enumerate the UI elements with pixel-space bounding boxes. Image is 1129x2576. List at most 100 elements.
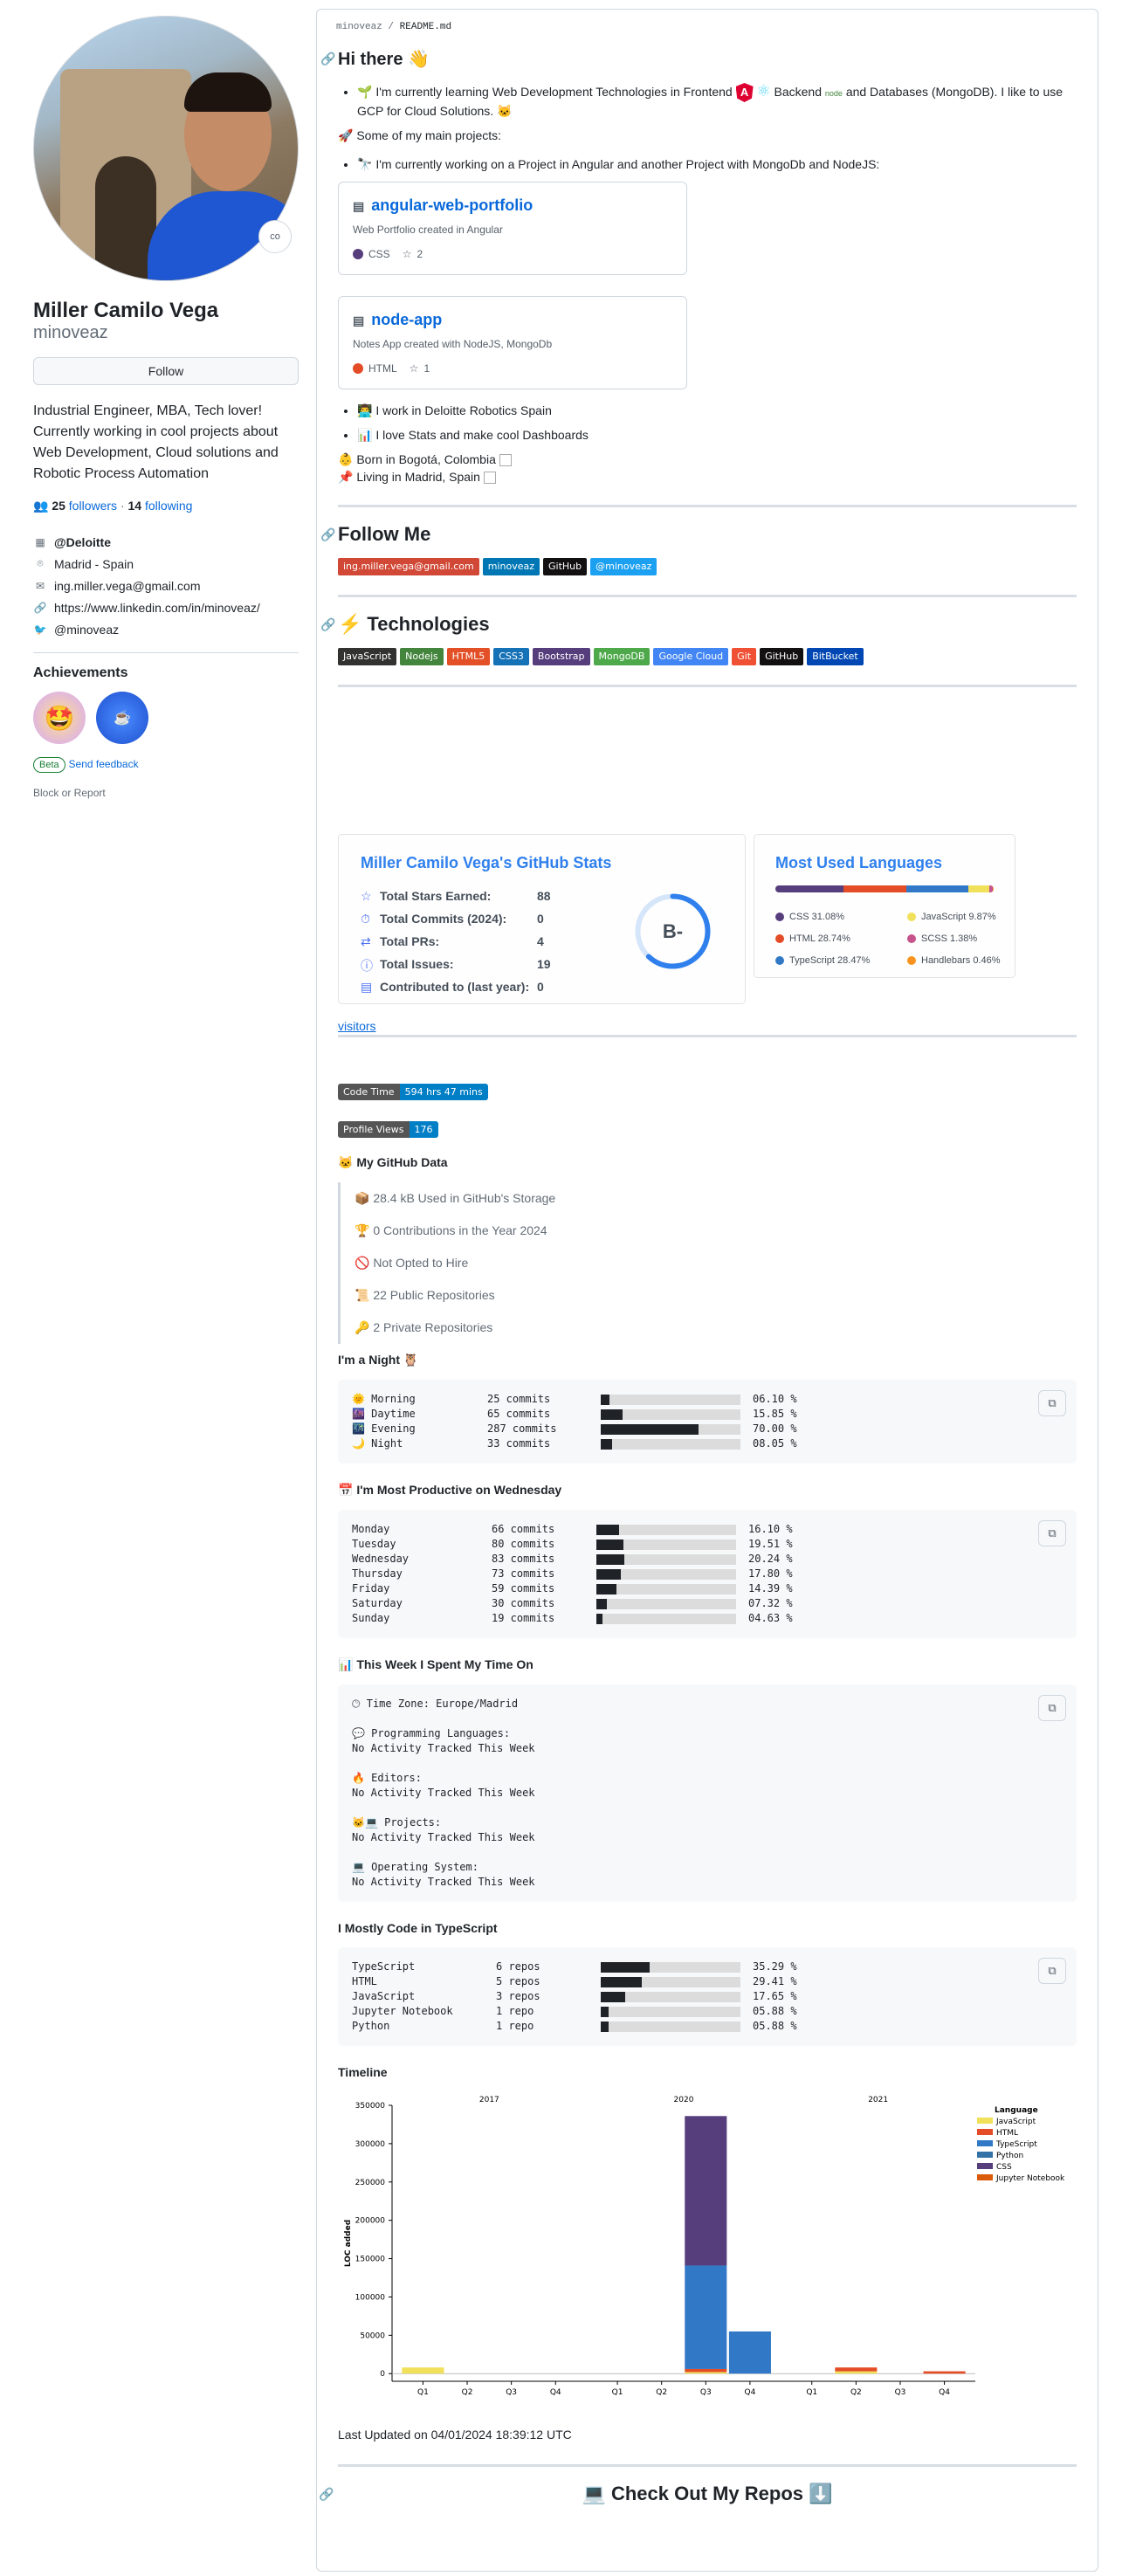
legend-label: HTML <box>996 2129 1018 2138</box>
stat-progress-fill <box>601 1991 626 2002</box>
stats-value: 4 <box>537 934 544 948</box>
tech-badge[interactable]: Google Cloud <box>653 648 729 665</box>
living-text: 📌 Living in Madrid, Spain <box>338 470 480 484</box>
follow-badge[interactable]: minoveaz <box>482 558 540 575</box>
rank-circle: B- <box>635 893 711 969</box>
follow-badge[interactable]: GitHub <box>542 558 588 575</box>
repo-card[interactable]: ▤ node-app Notes App created with NodeJS, … <box>338 296 687 389</box>
stat-count: 80 commits <box>492 1538 555 1550</box>
anchor-link-icon[interactable]: 🔗 <box>320 52 335 66</box>
breadcrumb-user[interactable]: minoveaz <box>336 22 382 32</box>
visitors-link[interactable]: visitors <box>338 1019 376 1033</box>
pr-icon: ⇄ <box>361 934 371 948</box>
following-link[interactable]: 14 following <box>128 499 193 513</box>
y-tick-label: 350000 <box>355 2102 386 2111</box>
stat-percent: 19.51 % <box>748 1538 793 1550</box>
tech-badge[interactable]: BitBucket <box>807 648 864 665</box>
tech-badge[interactable]: MongoDB <box>593 648 651 665</box>
copy-icon[interactable]: ⧉ <box>1038 1695 1066 1721</box>
top-languages-card[interactable]: Most Used Languages CSS 31.08% JavaScript… <box>754 834 1015 978</box>
follow-title: Follow Me <box>338 523 431 545</box>
hi-title: Hi there 👋 <box>338 50 430 69</box>
stat-percent: 70.00 % <box>753 1422 797 1435</box>
achievement-starstruck-icon[interactable]: 🤩 <box>33 692 86 744</box>
block-report-link[interactable]: Block or Report <box>33 787 299 799</box>
anchor-link-icon[interactable]: 🔗 <box>319 2487 334 2502</box>
follow-badge[interactable]: ing.miller.vega@gmail.com <box>338 558 479 575</box>
tech-badge[interactable]: CSS3 <box>493 648 529 665</box>
followers-link[interactable]: 25 followers <box>52 499 117 513</box>
achievement-yolo-icon[interactable]: ☕ <box>96 692 148 744</box>
stat-line: TypeScript 6 repos 35.29 % <box>352 1960 1063 1974</box>
night-code-block: ⧉ 🌞 Morning 25 commits 06.10 % 🌆 Daytime 65 c… <box>338 1380 1077 1464</box>
legend-swatch <box>977 2129 993 2135</box>
tech-badge[interactable]: HTML5 <box>446 648 491 665</box>
star-icon: ☆ <box>402 248 412 260</box>
twitter-link[interactable]: @minoveaz <box>54 623 119 637</box>
technologies-heading: 🔗 ⚡ Technologies <box>320 613 1077 636</box>
copy-icon[interactable]: ⧉ <box>1038 1958 1066 1984</box>
anchor-link-icon[interactable]: 🔗 <box>320 617 335 632</box>
stat-percent: 17.65 % <box>753 1990 797 2002</box>
legend-label: TypeScript <box>995 2140 1037 2149</box>
lang-name: HTML 28.74% <box>789 933 850 944</box>
lang-name: JavaScript 9.87% <box>921 912 996 922</box>
tech-badge[interactable]: Bootstrap <box>532 648 590 665</box>
stat-count: 73 commits <box>492 1567 555 1580</box>
tech-badge[interactable]: Git <box>732 648 757 665</box>
lang-color-dot <box>775 934 784 943</box>
tech-badge[interactable]: Nodejs <box>400 648 444 665</box>
stat-label: Saturday <box>352 1597 403 1609</box>
follow-badge[interactable]: @minoveaz <box>590 558 657 575</box>
stats-row: ▤ Contributed to (last year): 0 <box>361 980 579 995</box>
repo-stars[interactable]: 1 <box>423 362 430 375</box>
about-list: 👨‍💻 I work in Deloitte Robotics Spain 📊 … <box>357 402 1077 444</box>
year-label: 2020 <box>674 2096 694 2104</box>
tech-badge[interactable]: GitHub <box>760 648 804 665</box>
github-data-item: 📦 28.4 kB Used in GitHub's Storage <box>355 1191 556 1205</box>
email-link[interactable]: ing.miller.vega@gmail.com <box>54 579 201 593</box>
x-tick-label: Q3 <box>895 2388 906 2397</box>
send-feedback-link[interactable]: Send feedback <box>69 758 139 770</box>
y-tick-label: 200000 <box>355 2217 386 2226</box>
github-stats-card[interactable]: Miller Camilo Vega's GitHub Stats ☆ Total… <box>338 834 746 1004</box>
stat-count: 6 repos <box>496 1960 540 1973</box>
repo-card[interactable]: ▤ angular-web-portfolio Web Portfolio crea… <box>338 182 687 275</box>
broken-image-icon <box>499 454 512 467</box>
x-tick-label: Q3 <box>506 2388 517 2397</box>
this-week-text: 🕑︎ Time Zone: Europe/Madrid 💬 Programmin… <box>352 1698 535 1888</box>
company-link[interactable]: @Deloitte <box>54 535 111 549</box>
lang-item: HTML 28.74% <box>775 933 850 944</box>
lang-item: JavaScript 9.87% <box>907 912 996 922</box>
lang-progress-bar <box>775 885 994 892</box>
tech-badge[interactable]: JavaScript <box>338 648 397 665</box>
repo-name-link[interactable]: ▤ node-app <box>353 311 672 329</box>
anchor-link-icon[interactable]: 🔗 <box>320 527 335 542</box>
follow-button[interactable]: Follow <box>33 357 299 385</box>
stat-percent: 14.39 % <box>748 1582 793 1595</box>
y-tick-label: 250000 <box>355 2179 386 2187</box>
stat-percent: 06.10 % <box>753 1393 797 1405</box>
stats-label: Total PRs: <box>380 934 440 948</box>
lang-bar-segment <box>905 885 968 892</box>
copy-icon[interactable]: ⧉ <box>1038 1390 1066 1416</box>
website-link[interactable]: https://www.linkedin.com/in/minoveaz/ <box>54 601 260 615</box>
stat-progress-bar <box>596 1553 736 1565</box>
stat-label: Jupyter Notebook <box>352 2005 453 2017</box>
repo-name-link[interactable]: ▤ angular-web-portfolio <box>353 196 672 215</box>
profile-views-value: 176 <box>409 1121 438 1138</box>
beta-label: Beta <box>33 757 65 773</box>
y-tick-label: 0 <box>380 2370 385 2379</box>
separator-dot: · <box>120 499 125 513</box>
timeline-title: Timeline <box>338 2065 388 2079</box>
stat-line: 🌃 Evening 287 commits 70.00 % <box>352 1422 1063 1436</box>
lang-color-dot <box>907 934 916 943</box>
stat-progress-fill <box>596 1524 619 1535</box>
stat-progress-bar <box>596 1568 736 1580</box>
status-emoji[interactable]: co <box>258 220 292 253</box>
copy-icon[interactable]: ⧉ <box>1038 1520 1066 1546</box>
repo-stars[interactable]: 2 <box>416 248 423 260</box>
y-tick-label: 300000 <box>355 2140 386 2149</box>
stats-row: ☆ Total Stars Earned: 88 <box>361 889 579 904</box>
stat-progress-bar <box>596 1539 736 1550</box>
